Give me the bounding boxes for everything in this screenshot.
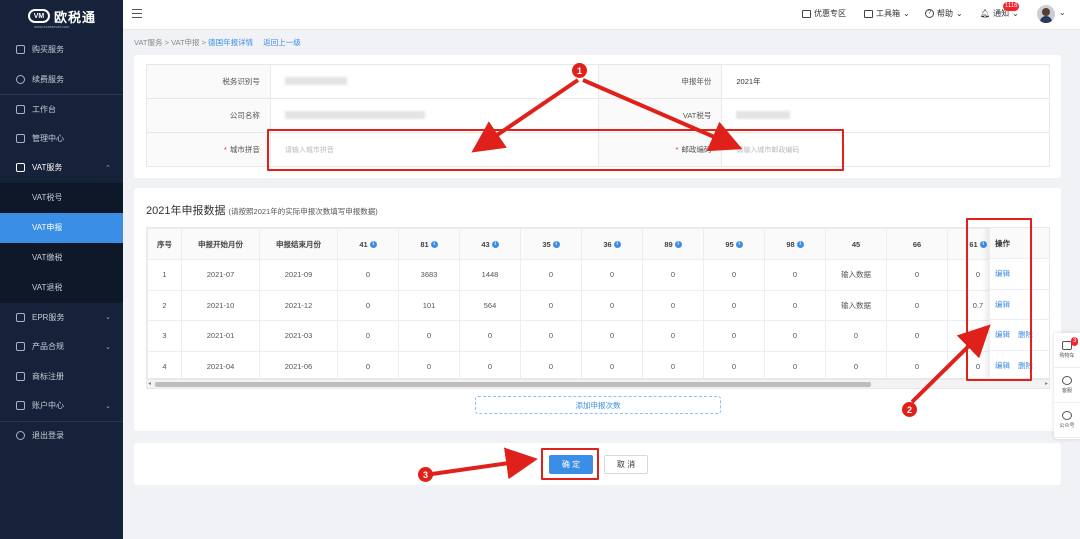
arrow-1a — [471, 78, 580, 153]
annotation-number: 1 — [572, 63, 587, 78]
annotation-number: 2 — [902, 402, 917, 417]
arrow-1b — [582, 78, 743, 152]
annotation-arrows — [431, 78, 991, 480]
arrow-3 — [431, 447, 538, 480]
arrow-2 — [910, 324, 991, 404]
annotation-number: 3 — [418, 467, 433, 482]
